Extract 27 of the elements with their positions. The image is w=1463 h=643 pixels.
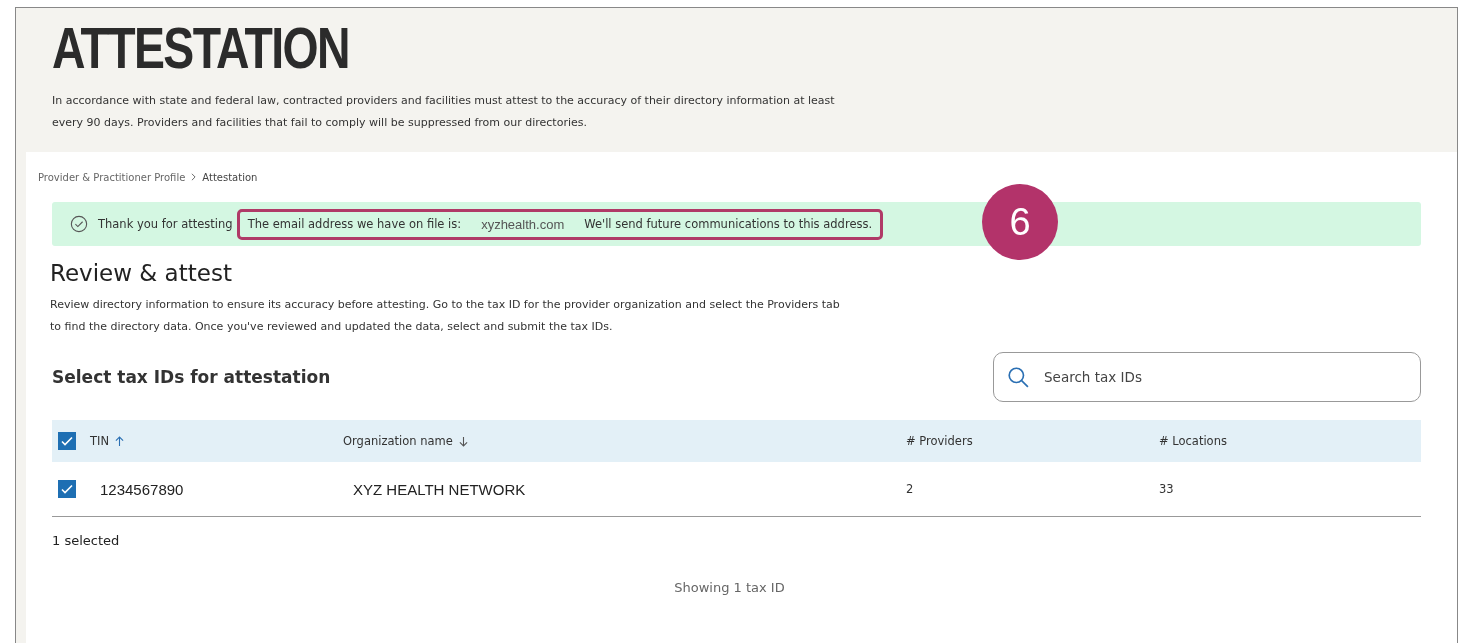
email-address: xyzhealth.com [481,216,565,232]
page-title: ATTESTATION [52,18,349,78]
chevron-icon [191,173,197,181]
search-field[interactable]: Search tax IDs [993,352,1421,402]
selected-count: 1 selected [52,533,121,548]
table-cell: 1234567890 [100,480,184,498]
result-count: Showing 1 tax ID [673,580,786,595]
column-header[interactable]: # Locations [1159,434,1227,448]
column-header[interactable]: Organization name [343,434,453,448]
table-cell: 33 [1159,482,1174,496]
section-title: Review & attest [50,260,233,286]
breadcrumb-link[interactable]: Provider & Practitioner Profile [38,171,186,183]
breadcrumb-link[interactable]: Attestation [202,171,258,183]
step-badge: 6 [982,184,1058,260]
column-header[interactable]: TIN [90,434,110,448]
email-label: The email address we have on file is: [247,217,462,231]
review-text: Review directory information to ensure its accuracy before attesting. Go to the tax ID for the provider organization and select the Providers tab to find the directory data. Once you've reviewed and updated the data, select and submit the tax IDs. [50,297,841,335]
column-header[interactable]: # Providers [906,434,973,448]
intro-text: In accordance with state and federal law, contracted providers and facilities must attest to the accuracy of their directory information at least every 90 days. Providers and facilities that fail to comply will be suppressed from our directories. [52,93,836,131]
table-cell: 2 [906,482,914,496]
notice-text: We'll send future communications to this address. [584,217,873,231]
thanks-text: Thank you for attesting [98,217,233,231]
row-checkbox[interactable] [58,480,76,498]
table-title: Select tax IDs for attestation [52,367,331,387]
table-cell: XYZ HEALTH NETWORK [353,480,526,498]
select-all-checkbox[interactable] [58,432,76,450]
check-circle-icon [70,215,88,233]
